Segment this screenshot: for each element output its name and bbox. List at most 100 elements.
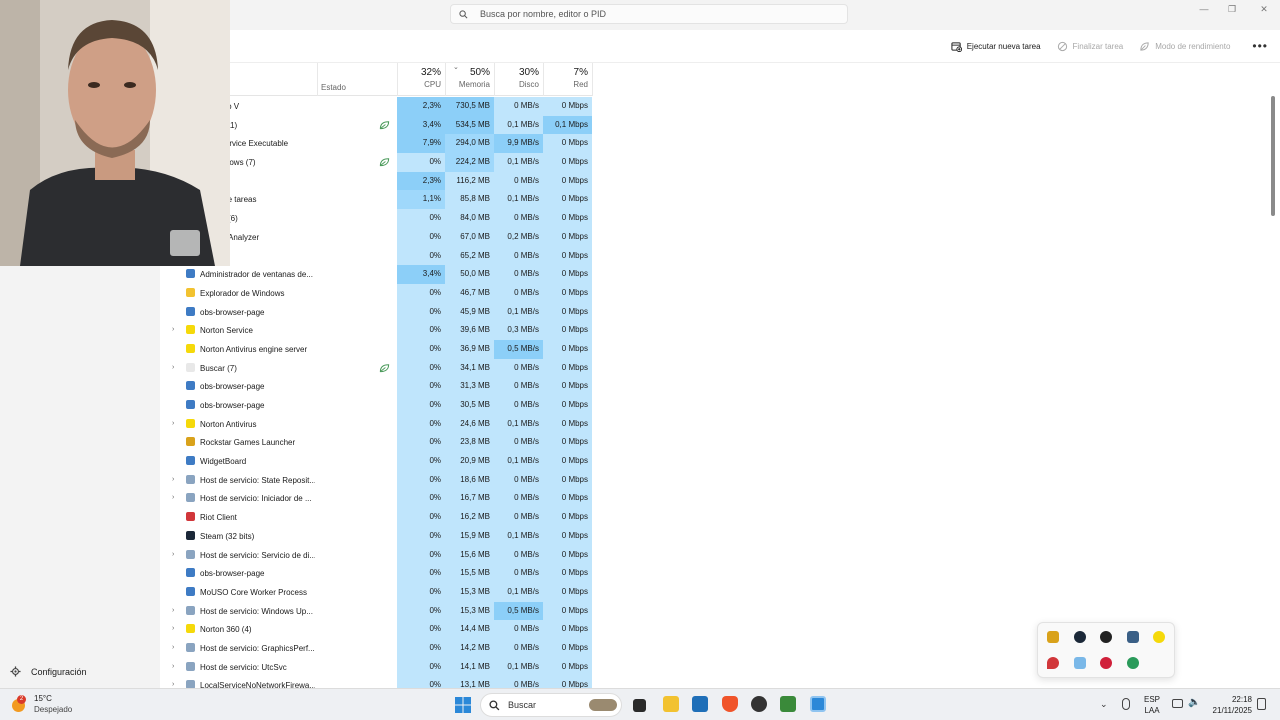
app-tray-icon[interactable] xyxy=(1127,631,1139,643)
expand-chevron-icon[interactable]: › xyxy=(172,420,174,427)
table-row[interactable]: Norton Antivirus engine server 0% 36,9 MB 0… xyxy=(160,339,592,359)
run-new-task-button[interactable]: Ejecutar nueva tarea xyxy=(951,41,1041,52)
gear-icon xyxy=(10,666,21,677)
cpu-cell: 0% xyxy=(397,564,445,583)
clock-date: 21/11/2025 xyxy=(1212,706,1252,715)
window-icon xyxy=(186,381,195,391)
table-row[interactable]: WidgetBoard 0% 20,9 MB 0,1 MB/s 0 Mbps xyxy=(160,452,592,471)
process-name: Administrador de ventanas de... xyxy=(200,270,313,280)
memory-cell: 224,2 MB xyxy=(445,153,494,172)
chevron-up-icon[interactable]: ⌄ xyxy=(1100,699,1108,710)
table-row[interactable]: › LocalServiceNoNetworkFirewa... 0% 13,1 MB… xyxy=(160,676,592,688)
table-row[interactable]: › Norton Antivirus 0% 24,6 MB 0,1 MB/s 0 Mbps xyxy=(160,414,592,434)
expand-chevron-icon[interactable]: › xyxy=(172,476,174,483)
table-row[interactable]: › Host de servicio: GraphicsPerf... 0% 14,2… xyxy=(160,638,592,658)
weather-temp: 15°C xyxy=(34,694,52,703)
file-explorer-icon[interactable] xyxy=(663,696,679,712)
table-row[interactable]: › Norton Service 0% 39,6 MB 0,3 MB/s 0 Mbps xyxy=(160,321,592,340)
record-tray-icon[interactable] xyxy=(1100,657,1112,669)
task-view-icon[interactable] xyxy=(633,699,646,712)
column-header-disk[interactable]: 30% Disco xyxy=(494,67,539,89)
window-icon xyxy=(186,456,195,466)
expand-chevron-icon[interactable]: › xyxy=(172,607,174,614)
table-row[interactable]: Steam (32 bits) 0% 15,9 MB 0,1 MB/s 0 Mbps xyxy=(160,526,592,546)
search-box[interactable]: Busca por nombre, editor o PID xyxy=(450,4,848,24)
disk-cell: 0 MB/s xyxy=(494,620,543,639)
language-indicator[interactable]: ESP LAA xyxy=(1143,694,1161,716)
window-icon xyxy=(186,568,195,578)
column-header-memory[interactable]: ⌄ 50% Memoria xyxy=(445,64,490,89)
table-row[interactable]: MoUSO Core Worker Process 0% 15,3 MB 0,1 MB… xyxy=(160,582,592,602)
expand-chevron-icon[interactable]: › xyxy=(172,364,174,371)
more-options-icon[interactable]: ••• xyxy=(1252,39,1268,53)
app-v-icon[interactable] xyxy=(780,696,796,712)
expand-chevron-icon[interactable]: › xyxy=(172,625,174,632)
memory-cell: 45,9 MB xyxy=(445,302,494,322)
efficiency-mode-button[interactable]: Modo de rendimiento xyxy=(1139,41,1230,52)
monitor-tray-icon[interactable] xyxy=(1074,657,1086,669)
task-manager-taskbar-icon[interactable] xyxy=(810,696,826,712)
expand-chevron-icon[interactable]: › xyxy=(172,326,174,333)
table-row[interactable]: obs-browser-page 0% 45,9 MB 0,1 MB/s 0 Mbps xyxy=(160,302,592,322)
notification-bell-icon[interactable] xyxy=(1257,698,1266,710)
expand-chevron-icon[interactable]: › xyxy=(172,663,174,670)
network-tray-icon[interactable] xyxy=(1127,657,1139,669)
expand-chevron-icon[interactable]: › xyxy=(172,644,174,651)
column-header-status[interactable]: Estado xyxy=(321,83,346,92)
taskbar: 2 15°C Despejado Buscar ⌄ ESP LAA 🔈 22:1… xyxy=(0,688,1280,720)
rockstar-tray-icon[interactable] xyxy=(1047,631,1059,643)
column-separator xyxy=(592,63,593,96)
table-row[interactable]: › Buscar (7) 0% 34,1 MB 0 MB/s 0 Mbps xyxy=(160,358,592,378)
disk-cell: 0 MB/s xyxy=(494,396,543,415)
cpu-cell: 3,4% xyxy=(397,115,445,135)
volume-icon[interactable]: 🔈 xyxy=(1188,697,1200,708)
norton-tray-icon[interactable] xyxy=(1153,631,1165,643)
memory-cell: 15,5 MB xyxy=(445,564,494,583)
table-row[interactable]: › Host de servicio: Windows Up... 0% 15,3 M… xyxy=(160,601,592,621)
minimize-button[interactable]: — xyxy=(1194,4,1214,18)
table-row[interactable]: obs-browser-page 0% 31,3 MB 0 MB/s 0 Mbps xyxy=(160,377,592,396)
table-row[interactable]: Explorador de Windows 0% 46,7 MB 0 MB/s 0 Mb… xyxy=(160,283,592,303)
windows-start-icon[interactable] xyxy=(455,697,471,713)
table-row[interactable]: Rockstar Games Launcher 0% 23,8 MB 0 MB/s 0 … xyxy=(160,433,592,453)
table-row[interactable]: obs-browser-page 0% 15,5 MB 0 MB/s 0 Mbps xyxy=(160,564,592,583)
cpu-cell: 0% xyxy=(397,657,445,677)
table-row[interactable]: › Host de servicio: State Reposit... 0% 18,… xyxy=(160,470,592,490)
expand-chevron-icon[interactable]: › xyxy=(172,551,174,558)
vertical-scrollbar[interactable] xyxy=(1271,96,1275,216)
brave-browser-icon[interactable] xyxy=(722,696,738,712)
table-row[interactable]: › Host de servicio: Servicio de di... 0% 15… xyxy=(160,545,592,565)
maximize-button[interactable]: ❐ xyxy=(1222,4,1242,18)
process-name: MoUSO Core Worker Process xyxy=(200,587,307,597)
gear-icon xyxy=(186,605,195,615)
table-row[interactable]: obs-browser-page 0% 30,5 MB 0 MB/s 0 Mbps xyxy=(160,396,592,415)
table-row[interactable]: › Host de servicio: Iniciador de ... 0% 16,… xyxy=(160,489,592,509)
efficiency-leaf-icon xyxy=(379,158,390,167)
disk-cell: 0,1 MB/s xyxy=(494,153,543,172)
weather-widget[interactable]: 2 15°C Despejado xyxy=(12,693,72,715)
settings-button[interactable]: Configuración xyxy=(10,666,87,677)
column-header-network[interactable]: 7% Red xyxy=(543,67,588,89)
network-icon[interactable] xyxy=(1172,699,1183,708)
table-row[interactable]: Riot Client 0% 16,2 MB 0 MB/s 0 Mbps xyxy=(160,508,592,527)
end-task-button[interactable]: Finalizar tarea xyxy=(1057,41,1123,52)
column-header-cpu[interactable]: 32% CPU xyxy=(397,67,441,89)
close-button[interactable]: ✕ xyxy=(1254,4,1274,18)
table-row[interactable]: › Norton 360 (4) 0% 14,4 MB 0 MB/s 0 Mbps xyxy=(160,620,592,639)
expand-chevron-icon[interactable]: › xyxy=(172,681,174,688)
steam-tray-icon[interactable] xyxy=(1074,631,1086,643)
clock[interactable]: 22:18 21/11/2025 xyxy=(1206,694,1252,716)
expand-chevron-icon[interactable]: › xyxy=(172,494,174,501)
riot-tray-icon[interactable] xyxy=(1047,657,1059,669)
table-row[interactable]: › Host de servicio: UtcSvc 0% 14,1 MB 0,1 MB… xyxy=(160,657,592,677)
table-row[interactable]: Administrador de ventanas de... 3,4% 50,0 … xyxy=(160,265,592,284)
obs-taskbar-icon[interactable] xyxy=(751,696,767,712)
obs-tray-icon[interactable] xyxy=(1100,631,1112,643)
store-icon[interactable] xyxy=(692,696,708,712)
microphone-icon[interactable] xyxy=(1122,698,1130,710)
disk-cell: 0,1 MB/s xyxy=(494,657,543,677)
memory-cell: 85,8 MB xyxy=(445,190,494,210)
taskbar-search[interactable]: Buscar xyxy=(480,693,622,717)
memory-cell: 18,6 MB xyxy=(445,470,494,490)
cpu-cell: 0% xyxy=(397,246,445,266)
